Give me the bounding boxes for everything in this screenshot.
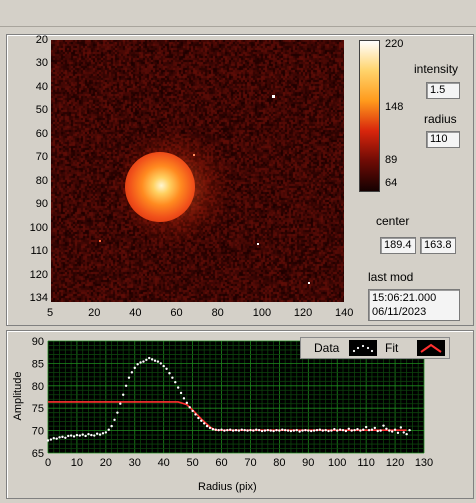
app-window: 20 30 40 50 60 70 80 90 100 110 120 134 5 20 40 60 80 10… — [0, 0, 476, 503]
x-axis-label: Radius (pix) — [198, 481, 257, 493]
image-y-tick: 120 — [29, 268, 48, 281]
image-y-tick: 60 — [35, 127, 48, 140]
intensity-image[interactable] — [51, 40, 344, 302]
toolbar-strip — [0, 0, 476, 27]
center-y-field[interactable]: 163.8 — [420, 237, 456, 254]
legend-data-label: Data — [314, 341, 340, 355]
image-y-tick: 90 — [35, 198, 48, 211]
image-y-tick: 50 — [35, 104, 48, 117]
legend-data-marker — [352, 344, 374, 353]
hot-pixel — [272, 95, 275, 98]
intensity-label: intensity — [414, 62, 459, 76]
y-axis-label: Amplitude — [12, 371, 24, 421]
last-mod-label: last mod — [368, 270, 414, 284]
bright-spot — [125, 152, 195, 222]
image-x-tick: 20 — [88, 307, 101, 319]
colorbar-label: 89 — [385, 154, 398, 166]
last-mod-time: 15:06:21.000 — [372, 292, 437, 304]
hot-pixel — [99, 240, 101, 242]
image-y-tick: 100 — [29, 221, 48, 234]
image-y-tick: 134 — [29, 292, 48, 304]
image-x-tick: 100 — [252, 307, 272, 319]
image-x-tick: 5 — [47, 307, 54, 319]
legend-fit-swatch — [417, 340, 445, 356]
colorbar-label: 64 — [385, 177, 398, 189]
legend-fit-label: Fit — [385, 341, 399, 355]
image-y-tick: 70 — [35, 151, 48, 164]
image-x-tick: 60 — [170, 307, 183, 319]
y-axis-label-box: Amplitude — [10, 368, 26, 428]
colorbar-label: 148 — [385, 101, 404, 113]
image-x-tick: 80 — [211, 307, 224, 319]
center-x-field[interactable]: 189.4 — [380, 237, 416, 254]
last-mod-field: 15:06:21.000 06/11/2023 — [368, 289, 460, 321]
hot-pixel — [308, 282, 310, 284]
intensity-input[interactable]: 1.5 — [426, 82, 460, 99]
image-y-tick: 80 — [35, 174, 48, 187]
hot-pixel — [257, 243, 259, 245]
image-y-tick: 110 — [30, 245, 48, 258]
image-y-tick: 20 — [35, 34, 48, 46]
legend-data-swatch — [349, 340, 377, 356]
colorbar[interactable] — [359, 40, 380, 192]
radius-input[interactable]: 110 — [426, 131, 460, 148]
radius-label: radius — [424, 112, 457, 126]
image-y-tick: 30 — [35, 57, 48, 70]
center-label: center — [376, 214, 410, 228]
legend[interactable]: Data Fit — [300, 337, 450, 359]
legend-fit-line — [420, 343, 442, 353]
colorbar-label: 220 — [385, 38, 404, 50]
image-x-tick: 120 — [293, 307, 313, 319]
last-mod-date: 06/11/2023 — [372, 306, 427, 318]
image-x-tick: 40 — [129, 307, 142, 319]
hot-pixel — [193, 154, 195, 156]
image-x-tick: 140 — [335, 307, 354, 319]
image-y-tick: 40 — [35, 80, 48, 93]
